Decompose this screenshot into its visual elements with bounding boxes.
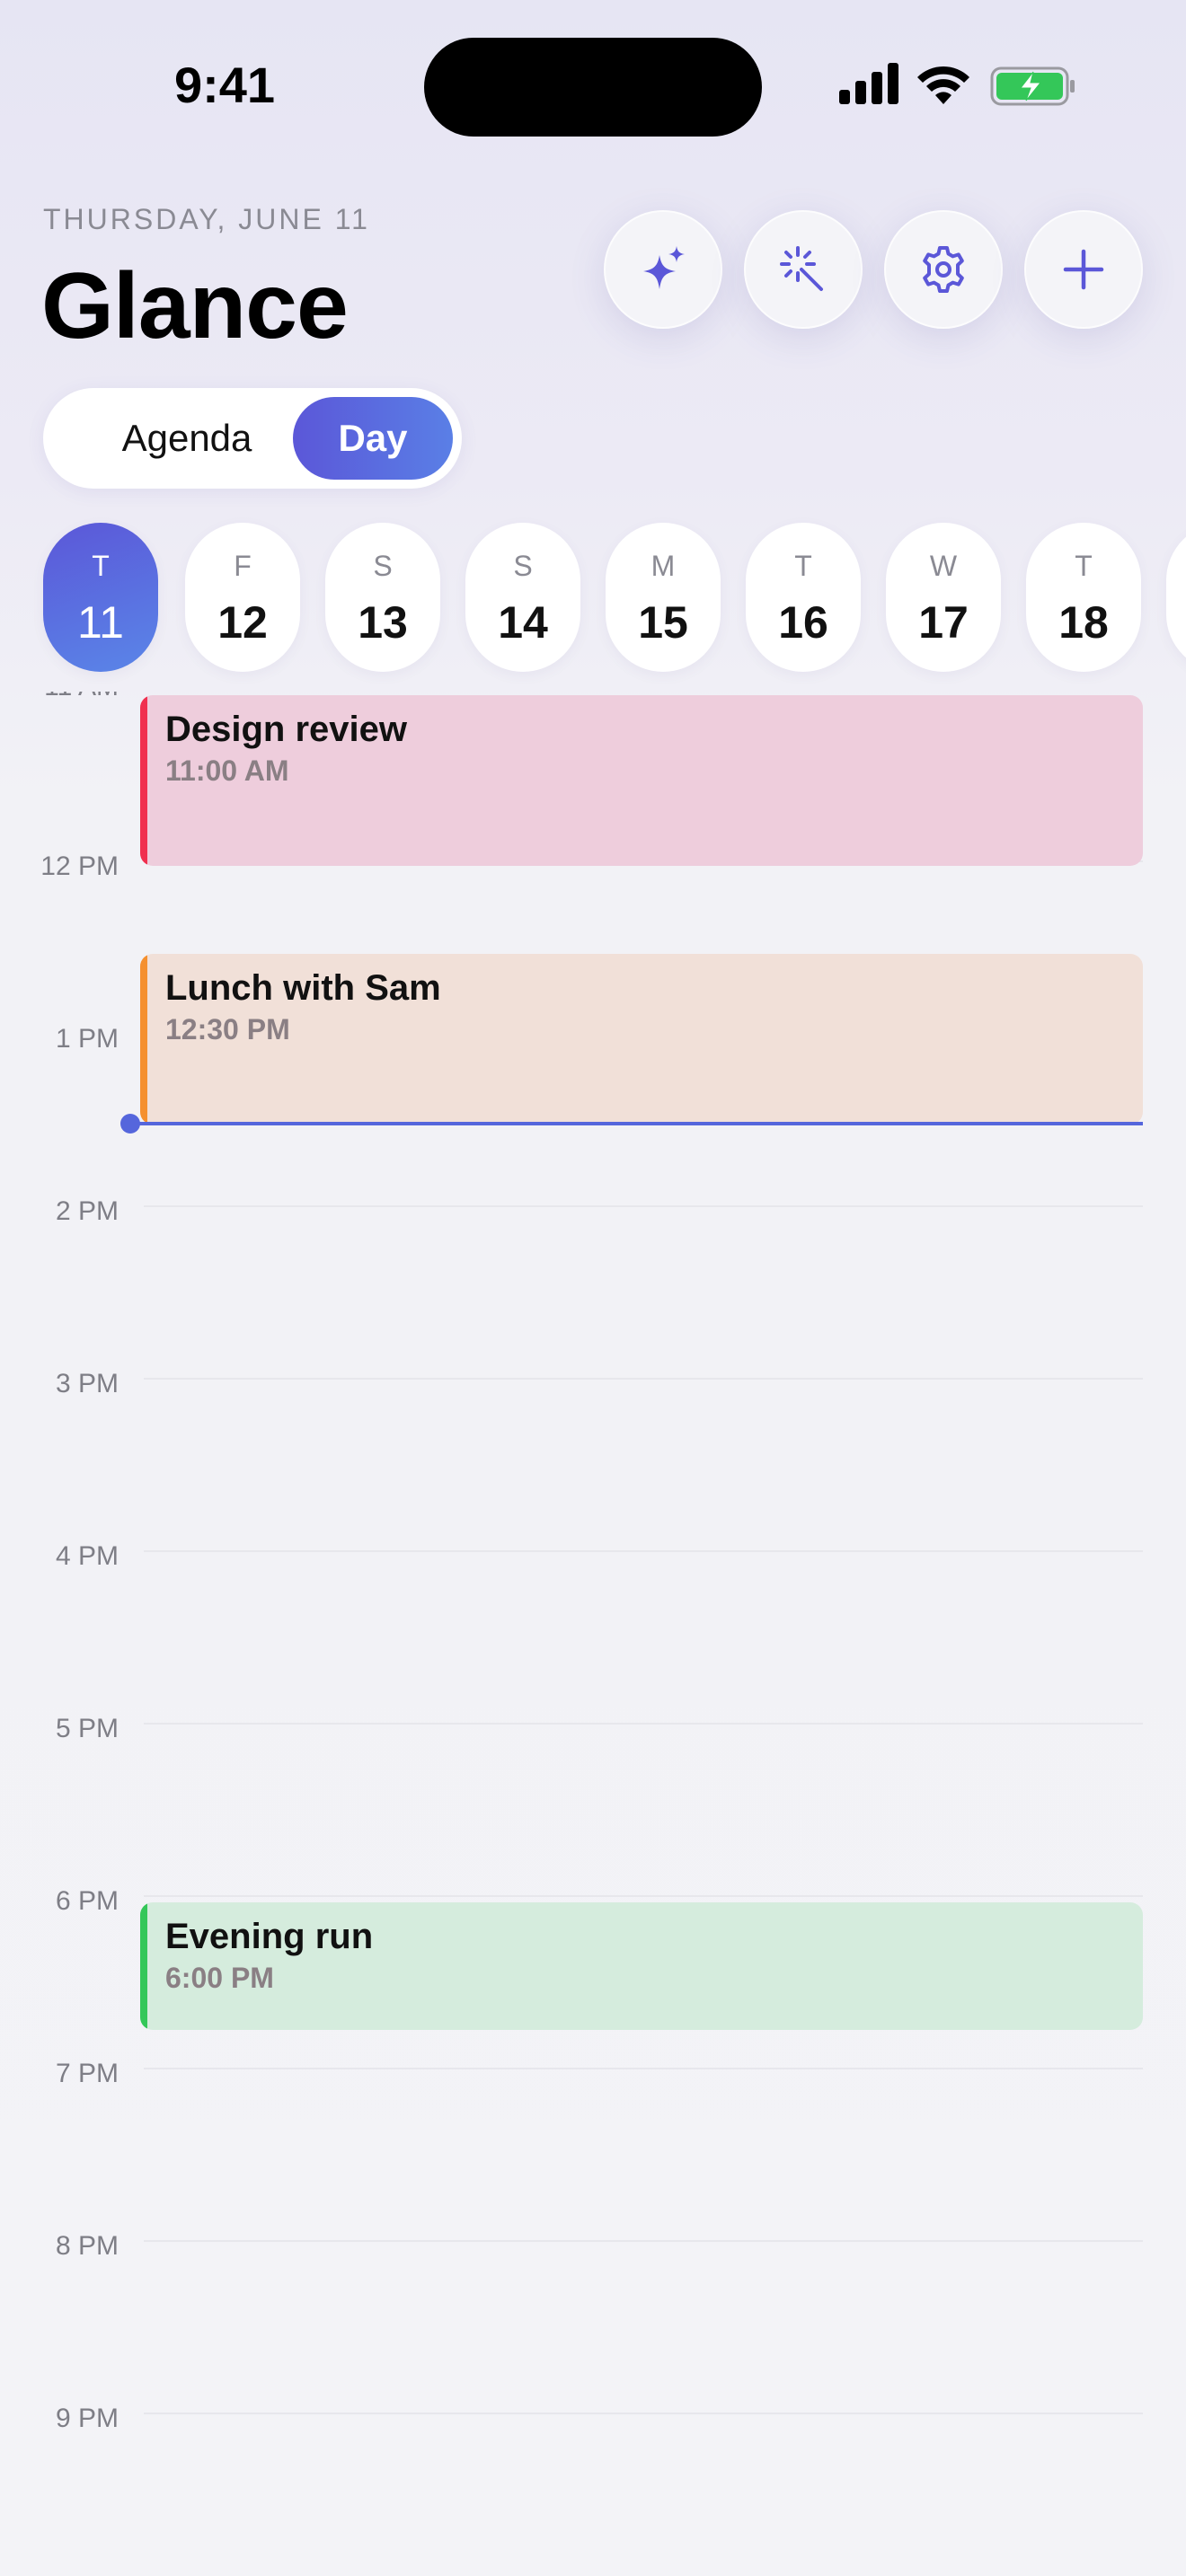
day-letter: S bbox=[373, 550, 393, 582]
magic-wand-button[interactable] bbox=[744, 210, 863, 329]
hour-label: 3 PM bbox=[55, 1369, 119, 1398]
event-title: Design review bbox=[165, 710, 408, 749]
day-letter: T bbox=[794, 550, 812, 582]
day-letter: W bbox=[929, 550, 958, 582]
current-date-label: THURSDAY, JUNE 11 bbox=[43, 203, 370, 235]
hour-label: 9 PM bbox=[55, 2404, 119, 2433]
day-pill-16[interactable]: T 16 bbox=[746, 523, 861, 672]
view-mode-segmented-control: Agenda Day bbox=[43, 388, 462, 489]
day-number: 13 bbox=[358, 597, 408, 648]
hour-label: 11 AM bbox=[0, 692, 119, 702]
app-title: Glance bbox=[41, 254, 349, 358]
day-timeline: 11 AM 12 PM 1 PM 2 PM 3 PM 4 PM 5 PM 6 P… bbox=[0, 692, 1186, 2576]
event-title: Evening run bbox=[165, 1917, 374, 1956]
day-pill-12[interactable]: F 12 bbox=[185, 523, 300, 672]
event-time: 6:00 PM bbox=[165, 1962, 274, 1994]
add-event-button[interactable] bbox=[1024, 210, 1143, 329]
event-color-bar bbox=[140, 695, 147, 866]
day-letter: T bbox=[1075, 550, 1093, 582]
hour-label: 6 PM bbox=[55, 1886, 119, 1916]
hour-label: 7 PM bbox=[55, 2059, 119, 2088]
wifi-icon bbox=[917, 66, 969, 104]
day-number: 18 bbox=[1058, 597, 1109, 648]
day-pill-18[interactable]: T 18 bbox=[1026, 523, 1141, 672]
day-pill-13[interactable]: S 13 bbox=[325, 523, 440, 672]
ai-sparkles-button[interactable] bbox=[604, 210, 722, 329]
hour-line bbox=[144, 1550, 1143, 1552]
dynamic-island bbox=[424, 38, 762, 137]
agenda-view-tab[interactable]: Agenda bbox=[52, 397, 322, 480]
day-letter: S bbox=[513, 550, 533, 582]
hour-line bbox=[144, 2068, 1143, 2069]
day-letter: M bbox=[651, 550, 676, 582]
day-pill-partial[interactable] bbox=[1166, 523, 1186, 672]
magic-wand-icon bbox=[780, 246, 823, 291]
glance-day-screen: 9:41 THURSDAY, JUNE 11 Glance Agenda Day… bbox=[0, 0, 1186, 2576]
hour-label: 12 PM bbox=[40, 851, 119, 881]
current-time-line bbox=[131, 1122, 1143, 1125]
current-time-dot bbox=[120, 1114, 140, 1134]
hour-label: 4 PM bbox=[55, 1541, 119, 1571]
sparkles-icon bbox=[643, 246, 685, 289]
hour-label: 1 PM bbox=[55, 1024, 119, 1054]
gear-icon bbox=[923, 246, 964, 293]
day-pill-14[interactable]: S 14 bbox=[465, 523, 580, 672]
day-letter: T bbox=[92, 550, 110, 582]
event-time: 11:00 AM bbox=[165, 754, 289, 787]
day-number: 12 bbox=[217, 597, 268, 648]
hour-label: 2 PM bbox=[55, 1196, 119, 1226]
hour-label: 5 PM bbox=[55, 1714, 119, 1743]
event-lunch-with-sam[interactable]: Lunch with Sam 12:30 PM bbox=[140, 954, 1143, 1125]
day-number: 14 bbox=[498, 597, 548, 648]
day-number: 16 bbox=[778, 597, 828, 648]
event-time: 12:30 PM bbox=[165, 1013, 290, 1045]
hour-line bbox=[144, 2413, 1143, 2414]
day-pill-17[interactable]: W 17 bbox=[886, 523, 1001, 672]
cellular-signal-icon bbox=[839, 63, 898, 104]
day-pill-15[interactable]: M 15 bbox=[606, 523, 721, 672]
hour-line bbox=[144, 2240, 1143, 2242]
event-design-review[interactable]: Design review 11:00 AM bbox=[140, 695, 1143, 866]
hour-line bbox=[144, 1205, 1143, 1207]
event-color-bar bbox=[140, 954, 147, 1125]
battery-charging-icon bbox=[990, 66, 1075, 106]
hour-line bbox=[144, 1378, 1143, 1380]
status-time: 9:41 bbox=[173, 57, 276, 113]
day-letter: F bbox=[234, 550, 252, 582]
event-color-bar bbox=[140, 1902, 147, 2030]
day-number: 17 bbox=[918, 597, 969, 648]
day-view-tab[interactable]: Day bbox=[293, 397, 453, 480]
day-number: 11 bbox=[77, 597, 124, 648]
plus-icon bbox=[1063, 249, 1104, 290]
hour-line bbox=[144, 1723, 1143, 1725]
hour-label: 8 PM bbox=[55, 2231, 119, 2261]
event-evening-run[interactable]: Evening run 6:00 PM bbox=[140, 1902, 1143, 2030]
settings-button[interactable] bbox=[884, 210, 1003, 329]
hour-line bbox=[144, 1895, 1143, 1897]
day-number: 15 bbox=[638, 597, 688, 648]
day-pill-11[interactable]: T 11 bbox=[43, 523, 158, 672]
event-title: Lunch with Sam bbox=[165, 968, 441, 1008]
